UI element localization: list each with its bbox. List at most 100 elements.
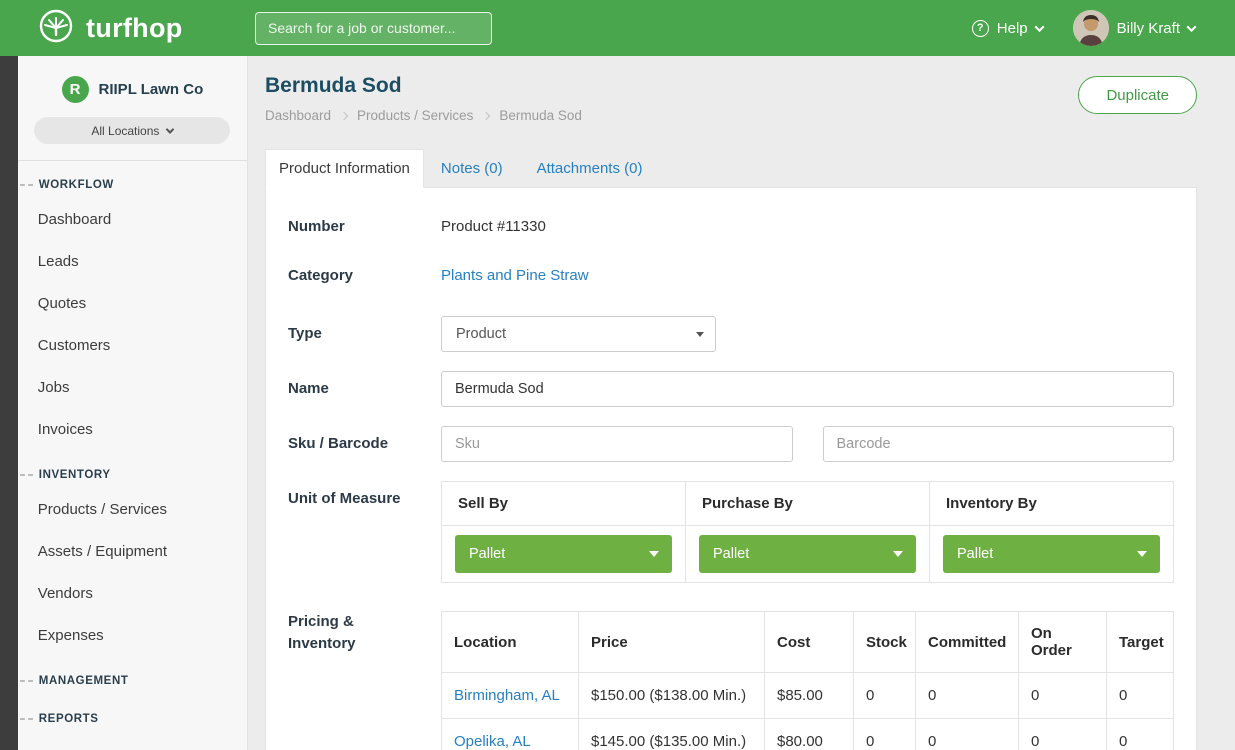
avatar bbox=[1073, 10, 1109, 46]
sidebar-item-invoices[interactable]: Invoices bbox=[18, 409, 247, 451]
sidebar-item-expenses[interactable]: Expenses bbox=[18, 615, 247, 657]
search-input[interactable] bbox=[255, 12, 492, 45]
nav-section-management[interactable]: MANAGEMENT bbox=[18, 657, 247, 695]
main-content: Bermuda Sod Dashboard Products / Service… bbox=[248, 56, 1235, 750]
nav-section-inventory[interactable]: INVENTORY bbox=[18, 451, 247, 489]
brand-name: turfhop bbox=[86, 13, 183, 44]
sidebar-item-assets-equipment[interactable]: Assets / Equipment bbox=[18, 531, 247, 573]
category-row: Category Plants and Pine Straw bbox=[288, 267, 1174, 284]
left-edge-strip bbox=[0, 56, 18, 750]
on-order-cell: 0 bbox=[1019, 673, 1107, 719]
field-label-category: Category bbox=[288, 267, 441, 284]
pricing-col-stock: Stock bbox=[854, 612, 916, 673]
dropdown-arrow-icon bbox=[696, 332, 704, 337]
sidebar: R RIIPL Lawn Co All Locations WORKFLOW D… bbox=[18, 56, 248, 750]
tabs: Product Information Notes (0) Attachment… bbox=[265, 149, 1197, 187]
field-label-pricing-inventory: Pricing & Inventory bbox=[288, 611, 441, 750]
brand[interactable]: turfhop bbox=[36, 6, 255, 51]
sidebar-item-products-services[interactable]: Products / Services bbox=[18, 489, 247, 531]
sell-by-dropdown[interactable]: Pallet bbox=[455, 535, 672, 573]
sidebar-item-quotes[interactable]: Quotes bbox=[18, 283, 247, 325]
breadcrumb-separator-icon bbox=[340, 111, 348, 119]
tab-attachments[interactable]: Attachments (0) bbox=[520, 150, 660, 187]
category-link[interactable]: Plants and Pine Straw bbox=[441, 267, 589, 284]
help-menu[interactable]: ? Help bbox=[972, 20, 1043, 37]
sku-barcode-row: Sku / Barcode bbox=[288, 426, 1174, 462]
nav-section-workflow[interactable]: WORKFLOW bbox=[18, 161, 247, 199]
sidebar-item-customers[interactable]: Customers bbox=[18, 325, 247, 367]
company-name: RIIPL Lawn Co bbox=[99, 81, 204, 98]
location-link-opelika[interactable]: Opelika, AL bbox=[454, 733, 531, 750]
inventory-by-dropdown[interactable]: Pallet bbox=[943, 535, 1160, 573]
location-link-birmingham[interactable]: Birmingham, AL bbox=[454, 687, 560, 704]
price-cell: $150.00 ($138.00 Min.) bbox=[579, 673, 765, 719]
pricing-table-row: Birmingham, AL $150.00 ($138.00 Min.) $8… bbox=[442, 673, 1174, 719]
breadcrumb-dashboard[interactable]: Dashboard bbox=[265, 108, 331, 123]
stock-cell: 0 bbox=[854, 673, 916, 719]
sidebar-item-vendors[interactable]: Vendors bbox=[18, 573, 247, 615]
sku-input[interactable] bbox=[441, 426, 793, 462]
purchase-by-value: Pallet bbox=[713, 546, 749, 562]
pricing-col-cost: Cost bbox=[765, 612, 854, 673]
uom-col-sell-by: Sell By bbox=[442, 482, 686, 526]
duplicate-button[interactable]: Duplicate bbox=[1078, 76, 1197, 114]
chevron-down-icon bbox=[1034, 22, 1044, 32]
pricing-col-committed: Committed bbox=[916, 612, 1019, 673]
chevron-down-icon bbox=[166, 125, 174, 133]
app-body: R RIIPL Lawn Co All Locations WORKFLOW D… bbox=[0, 56, 1235, 750]
committed-cell: 0 bbox=[916, 719, 1019, 750]
header-right: ? Help Billy Kraft bbox=[972, 10, 1195, 46]
page-title: Bermuda Sod bbox=[265, 74, 582, 98]
user-menu[interactable]: Billy Kraft bbox=[1073, 10, 1195, 46]
committed-cell: 0 bbox=[916, 673, 1019, 719]
sidebar-item-jobs[interactable]: Jobs bbox=[18, 367, 247, 409]
section-marker-icon bbox=[20, 718, 33, 720]
breadcrumb-products-services[interactable]: Products / Services bbox=[357, 108, 473, 123]
target-cell: 0 bbox=[1107, 673, 1174, 719]
uom-col-inventory-by: Inventory By bbox=[930, 482, 1174, 526]
field-label-type: Type bbox=[288, 316, 441, 352]
name-input[interactable] bbox=[441, 371, 1174, 407]
nav-section-label: REPORTS bbox=[39, 713, 99, 725]
pricing-col-location: Location bbox=[442, 612, 579, 673]
location-filter-dropdown[interactable]: All Locations bbox=[34, 117, 230, 144]
tab-notes[interactable]: Notes (0) bbox=[424, 150, 520, 187]
page-head: Bermuda Sod Dashboard Products / Service… bbox=[265, 74, 1197, 123]
field-label-number: Number bbox=[288, 218, 441, 235]
field-label-unit-of-measure: Unit of Measure bbox=[288, 481, 441, 583]
sidebar-nav: WORKFLOW Dashboard Leads Quotes Customer… bbox=[18, 161, 247, 733]
tab-product-information[interactable]: Product Information bbox=[265, 149, 424, 188]
sidebar-item-dashboard[interactable]: Dashboard bbox=[18, 199, 247, 241]
pricing-inventory-table: Location Price Cost Stock Committed On O… bbox=[441, 611, 1174, 750]
price-cell: $145.00 ($135.00 Min.) bbox=[579, 719, 765, 750]
on-order-cell: 0 bbox=[1019, 719, 1107, 750]
unit-of-measure-row: Unit of Measure Sell By Purchase By Inve… bbox=[288, 481, 1174, 583]
chevron-down-icon bbox=[1187, 22, 1197, 32]
dropdown-arrow-icon bbox=[1137, 551, 1147, 557]
field-label-name: Name bbox=[288, 371, 441, 407]
pricing-col-on-order: On Order bbox=[1019, 612, 1107, 673]
location-filter-label: All Locations bbox=[91, 124, 159, 138]
pricing-inventory-row: Pricing & Inventory Location Price Cost bbox=[288, 611, 1174, 750]
dropdown-arrow-icon bbox=[649, 551, 659, 557]
company-header: R RIIPL Lawn Co bbox=[18, 76, 247, 117]
user-name: Billy Kraft bbox=[1117, 20, 1180, 37]
field-label-sku-barcode: Sku / Barcode bbox=[288, 426, 441, 462]
barcode-input[interactable] bbox=[823, 426, 1175, 462]
breadcrumb-separator-icon bbox=[482, 111, 490, 119]
name-row: Name bbox=[288, 371, 1174, 407]
product-number-value: Product #11330 bbox=[441, 218, 546, 235]
type-select[interactable]: Product bbox=[441, 316, 716, 352]
type-row: Type Product bbox=[288, 316, 1174, 352]
sidebar-item-leads[interactable]: Leads bbox=[18, 241, 247, 283]
company-logo-icon: R bbox=[62, 76, 89, 103]
cost-cell: $85.00 bbox=[765, 673, 854, 719]
product-information-panel: Number Product #11330 Category Plants an… bbox=[265, 187, 1197, 750]
purchase-by-dropdown[interactable]: Pallet bbox=[699, 535, 916, 573]
uom-col-purchase-by: Purchase By bbox=[686, 482, 930, 526]
breadcrumb: Dashboard Products / Services Bermuda So… bbox=[265, 108, 582, 123]
target-cell: 0 bbox=[1107, 719, 1174, 750]
type-select-value: Product bbox=[456, 326, 506, 342]
section-marker-icon bbox=[20, 680, 33, 682]
nav-section-reports[interactable]: REPORTS bbox=[18, 695, 247, 733]
